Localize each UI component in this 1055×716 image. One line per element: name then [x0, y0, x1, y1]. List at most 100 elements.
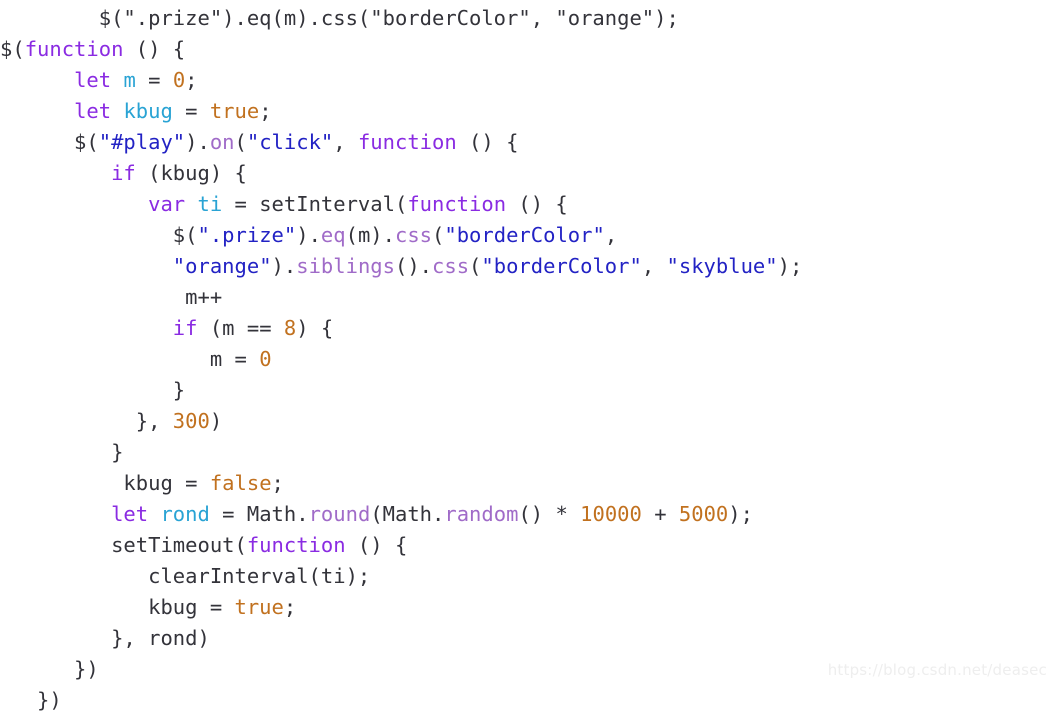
code-token-plain: })	[0, 656, 99, 681]
code-token-plain: )	[209, 408, 223, 433]
code-token-num: 8	[283, 315, 297, 340]
code-token-kw: let	[74, 98, 112, 123]
code-token-plain: ;	[271, 470, 284, 495]
code-token-kw: var	[148, 191, 186, 216]
code-token-plain: setTimeout(	[0, 532, 247, 557]
code-token-plain: }	[0, 377, 186, 402]
code-token-num: 300	[172, 408, 210, 433]
code-line: m++	[0, 282, 802, 313]
code-line: if (m == 8) {	[0, 313, 802, 344]
code-line: "orange").siblings().css("borderColor", …	[0, 251, 803, 282]
code-token-plain: (m ==	[197, 315, 284, 340]
code-token-num: 0	[259, 346, 272, 371]
code-block[interactable]: $(".prize").eq(m).css("borderColor", "or…	[0, 3, 802, 716]
code-token-plain: m++	[0, 284, 223, 309]
code-token-plain: =	[172, 98, 210, 123]
code-token-plain: ).	[185, 129, 210, 154]
code-line: })	[0, 654, 802, 685]
code-line: $("#play").on("click", function () {	[0, 127, 802, 158]
code-line: }	[0, 437, 802, 468]
code-token-str: "orange"	[172, 253, 272, 278]
code-line: let kbug = true;	[0, 96, 802, 127]
code-token-plain: ).	[296, 222, 321, 247]
code-token-str: ".prize"	[197, 222, 297, 247]
code-token-plain: }	[0, 439, 124, 464]
code-token-plain: ;	[259, 98, 272, 123]
code-token-plain: (	[432, 222, 445, 247]
code-token-plain: kbug =	[0, 470, 210, 495]
code-token-plain: = setInterval(	[222, 191, 408, 216]
code-token-num: 10000	[580, 501, 642, 526]
code-line: var ti = setInterval(function () {	[0, 189, 802, 220]
code-token-plain: () *	[518, 501, 581, 526]
code-line: kbug = false;	[0, 468, 802, 499]
code-token-plain: }, rond)	[0, 625, 210, 650]
code-token-num: false	[209, 470, 272, 495]
code-token-plain: );	[728, 501, 753, 526]
code-token-plain: $(	[0, 129, 99, 154]
code-line: $(".prize").eq(m).css("borderColor", "or…	[0, 3, 802, 34]
code-token-kw: let	[74, 67, 112, 92]
code-token-kw: function	[357, 129, 457, 154]
code-token-plain: ) {	[296, 315, 334, 340]
code-line: clearInterval(ti);	[0, 561, 802, 592]
code-line: setTimeout(function () {	[0, 530, 802, 561]
code-token-plain: = Math.	[209, 501, 309, 526]
code-token-plain: ,	[604, 222, 618, 247]
code-token-method: css	[394, 222, 433, 247]
code-token-plain: () {	[456, 129, 519, 154]
code-token-num: true	[209, 98, 260, 123]
code-token-plain: m =	[0, 346, 260, 371]
code-token-num: 5000	[678, 501, 729, 526]
code-token-plain: ().	[394, 253, 433, 278]
code-token-plain: },	[0, 408, 173, 433]
code-line: }, 300)	[0, 406, 802, 437]
code-token-var: kbug	[123, 98, 173, 123]
code-line: $(".prize").eq(m).css("borderColor",	[0, 220, 802, 251]
code-token-method: round	[308, 501, 371, 526]
code-token-kw: function	[407, 191, 507, 216]
code-token-kw: function	[24, 36, 124, 61]
code-token-kw: if	[172, 315, 198, 340]
code-token-method: random	[444, 501, 519, 526]
code-token-plain: ,	[333, 129, 358, 154]
code-line: kbug = true;	[0, 592, 802, 623]
code-token-str: "borderColor"	[481, 253, 642, 278]
code-token-plain: ,	[641, 253, 667, 278]
code-token-plain: ;	[185, 67, 198, 92]
code-token-str: "click"	[246, 129, 334, 154]
code-line: $(function () {	[0, 34, 802, 65]
code-token-str: "#play"	[98, 129, 186, 154]
code-token-var: rond	[160, 501, 210, 526]
code-line: m = 0	[0, 344, 802, 375]
code-token-plain: (Math.	[370, 501, 445, 526]
code-token-plain: +	[641, 501, 679, 526]
code-token-plain: ).	[271, 253, 297, 278]
blog-watermark: https://blog.csdn.net/deasec	[827, 661, 1047, 679]
code-token-plain: () {	[123, 36, 186, 61]
code-token-plain: (kbug) {	[135, 160, 247, 185]
code-token-kw: let	[111, 501, 149, 526]
code-token-plain: (m).	[345, 222, 395, 247]
code-token-var: ti	[197, 191, 223, 216]
code-token-var: m	[123, 67, 136, 92]
code-line: })	[0, 685, 802, 716]
code-token-str: "borderColor"	[444, 222, 605, 247]
code-token-plain: =	[135, 67, 173, 92]
code-token-kw: if	[111, 160, 136, 185]
code-line: }	[0, 375, 802, 406]
code-token-plain: $(	[0, 36, 25, 61]
code-token-plain: () {	[345, 532, 408, 557]
code-token-method: on	[209, 129, 235, 154]
